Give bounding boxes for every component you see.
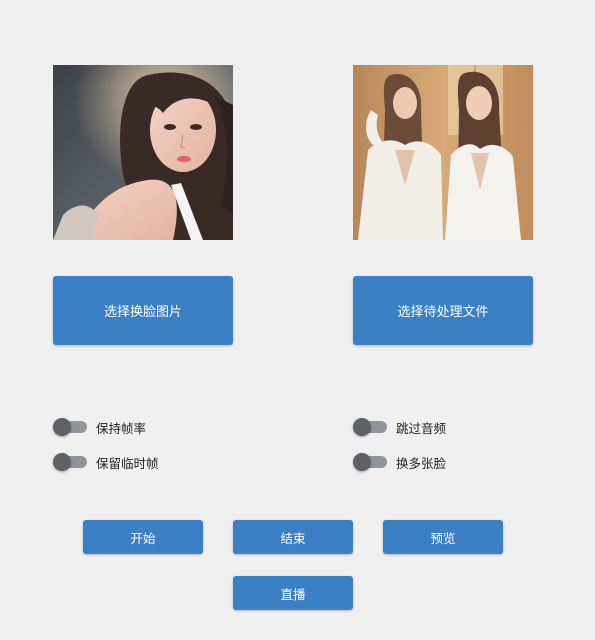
skip-audio-switch[interactable] xyxy=(353,418,387,436)
keep-temp-frames-label: 保留临时帧 xyxy=(96,455,159,471)
preview-button[interactable]: 预览 xyxy=(383,520,503,554)
target-media-preview xyxy=(353,65,533,240)
skip-audio-option: 跳过音频 xyxy=(353,417,446,437)
switch-thumb xyxy=(353,418,371,436)
switch-thumb xyxy=(53,453,71,471)
target-media-image xyxy=(353,65,533,240)
keep-fps-label: 保持帧率 xyxy=(96,420,147,436)
select-face-button[interactable]: 选择换脸图片 xyxy=(53,276,233,345)
keep-temp-frames-option: 保留临时帧 xyxy=(53,452,159,472)
live-button[interactable]: 直播 xyxy=(233,576,353,610)
skip-audio-label: 跳过音频 xyxy=(396,420,447,436)
switch-thumb xyxy=(353,453,371,471)
keep-fps-switch[interactable] xyxy=(53,418,87,436)
many-faces-option: 换多张脸 xyxy=(353,452,446,472)
source-face-preview xyxy=(53,65,233,240)
select-target-button[interactable]: 选择待处理文件 xyxy=(353,276,533,345)
many-faces-switch[interactable] xyxy=(353,453,387,471)
switch-thumb xyxy=(53,418,71,436)
many-faces-label: 换多张脸 xyxy=(396,455,447,471)
keep-temp-frames-switch[interactable] xyxy=(53,453,87,471)
start-button[interactable]: 开始 xyxy=(83,520,203,554)
stop-button[interactable]: 结束 xyxy=(233,520,353,554)
source-face-image xyxy=(53,65,233,240)
keep-fps-option: 保持帧率 xyxy=(53,417,146,437)
